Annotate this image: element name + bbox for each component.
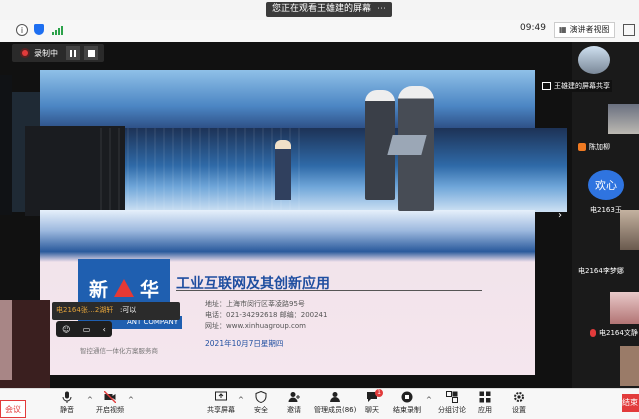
comment-icon[interactable]: ▭: [83, 325, 91, 334]
host-badge-icon: [578, 143, 586, 151]
chevron-up-icon[interactable]: ^: [87, 396, 93, 404]
manage-members-button[interactable]: 管理成员(86): [314, 389, 356, 415]
fullscreen-icon[interactable]: [623, 24, 635, 36]
screen-share-label: 王雄建的屏幕共享: [540, 80, 612, 92]
chat-message: :可以: [120, 306, 137, 314]
laptop-figure: [387, 135, 427, 155]
stop-record-icon: [401, 391, 413, 403]
microphone-icon: [62, 391, 72, 403]
emoji-icon[interactable]: ☺: [62, 325, 70, 334]
slide-photo-low: [40, 210, 535, 262]
leave-meeting-button[interactable]: 会议: [0, 400, 26, 418]
chevron-left-icon[interactable]: ‹: [103, 325, 106, 334]
dark-edge: [0, 75, 12, 215]
apps-button[interactable]: 应用: [478, 389, 492, 415]
logo-char: 新: [88, 278, 108, 301]
worker-figure: [275, 140, 291, 200]
invite-button[interactable]: 邀请: [287, 389, 301, 415]
camera-off-icon: [104, 391, 116, 403]
speaker-view-button[interactable]: ▦ 演讲者视图: [554, 22, 615, 38]
recording-bar: 录制中: [12, 44, 104, 62]
logo-char: 华: [140, 278, 160, 301]
members-icon: [330, 392, 341, 402]
chevron-up-icon[interactable]: ^: [128, 396, 134, 404]
share-banner[interactable]: 您正在观看王雄建的屏幕 ⋯: [266, 2, 393, 17]
apps-icon: [479, 391, 491, 403]
settings-button[interactable]: 设置: [512, 389, 526, 415]
share-screen-button[interactable]: 共享屏幕: [207, 389, 235, 415]
shield-icon: [255, 391, 267, 403]
end-meeting-button[interactable]: 结束: [622, 394, 639, 412]
mic-muted-icon: [590, 329, 596, 337]
slide-photo-top: [40, 70, 535, 130]
avatar[interactable]: [578, 46, 610, 74]
participant-name: 陈加柳: [578, 142, 610, 152]
chat-sender: 电2164张…2湖轩: [56, 306, 114, 314]
participant-video[interactable]: [610, 292, 639, 324]
speaker-view-label: 演讲者视图: [569, 25, 610, 34]
add-user-icon: [288, 392, 300, 402]
grid-icon: ▦: [559, 25, 567, 34]
website-line: 网址：www.xinhuagroup.com: [205, 322, 306, 330]
shield-icon[interactable]: [34, 24, 44, 35]
participant-video[interactable]: [620, 210, 639, 250]
breakout-rooms-button[interactable]: 分组讨论: [438, 389, 466, 415]
left-video-tile: [0, 300, 12, 380]
recording-label: 录制中: [34, 48, 58, 58]
more-icon[interactable]: ⋯: [377, 2, 386, 17]
share-banner-text: 您正在观看王雄建的屏幕: [272, 4, 372, 14]
participant-video[interactable]: [608, 104, 639, 134]
stop-record-button[interactable]: [84, 46, 98, 60]
avatar[interactable]: 欢心: [588, 170, 624, 200]
slide-divider: [176, 290, 482, 291]
date-line: 2021年10月7日星期四: [205, 339, 284, 348]
pause-record-button[interactable]: [66, 46, 80, 60]
address-line: 地址：上海市闵行区莘凌路95号: [205, 300, 305, 308]
chevron-right-icon[interactable]: ›: [558, 210, 562, 221]
monitor-icon: [542, 82, 551, 90]
record-icon: [22, 50, 28, 56]
unread-badge: 1: [375, 389, 383, 397]
breakout-icon: [446, 391, 458, 403]
phone-line: 电话：021-34292618 邮编：200241: [205, 311, 328, 319]
chat-controls: ☺ ▭ ‹: [56, 321, 112, 337]
clock: 09:49: [520, 23, 546, 33]
gear-icon: [514, 392, 524, 402]
signal-icon[interactable]: [52, 25, 63, 35]
participant-name: 电2164李梦娜: [578, 267, 624, 275]
slide-tagline: 智控通信一体化方案服务商: [80, 347, 158, 355]
end-recording-button[interactable]: 结束录制: [393, 389, 421, 415]
city-skyline: [100, 128, 300, 210]
participant-video[interactable]: [620, 346, 639, 386]
chevron-up-icon[interactable]: ^: [426, 396, 432, 404]
start-video-button[interactable]: 开启视频: [96, 389, 124, 415]
info-icon[interactable]: i: [16, 24, 28, 36]
security-button[interactable]: 安全: [254, 389, 268, 415]
participant-name: 电2164文静: [590, 328, 638, 338]
chevron-up-icon[interactable]: ^: [238, 396, 244, 404]
logo-triangle-icon: [114, 279, 134, 297]
mute-button[interactable]: 静音: [60, 389, 74, 415]
share-screen-icon: [215, 391, 227, 401]
